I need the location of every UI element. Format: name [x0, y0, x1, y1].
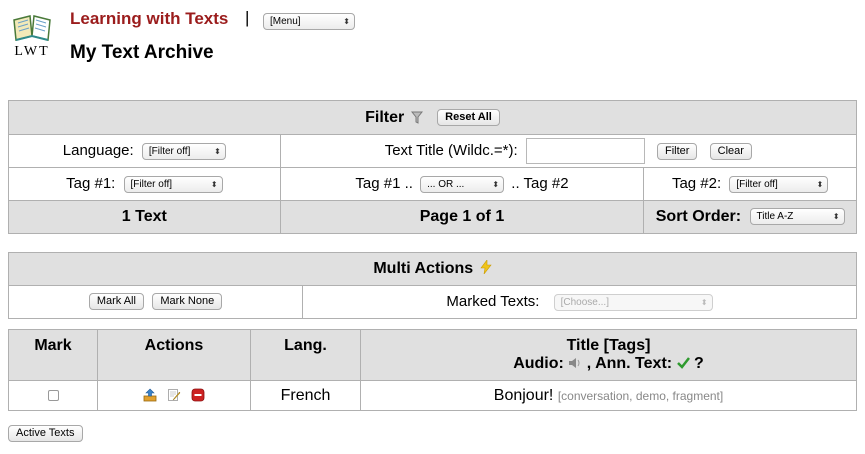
column-header-lang: Lang.	[250, 329, 361, 381]
page-indicator: Page 1 of 1	[279, 200, 645, 234]
select-arrows-icon: ⬍	[700, 297, 708, 307]
tag-operator-value: ... OR ...	[427, 178, 465, 190]
text-title-input[interactable]	[525, 138, 645, 164]
tag1-select[interactable]: [Filter off] ⬍	[123, 175, 223, 193]
edit-icon[interactable]	[167, 388, 181, 402]
filter-button[interactable]: Filter	[657, 142, 698, 160]
sort-order-label: Sort Order:	[655, 208, 742, 225]
text-list-table: Mark Actions Lang. Title [Tags] Audio: ,…	[8, 329, 857, 411]
select-arrows-icon: ⬍	[210, 179, 218, 189]
tag-op-prefix: Tag #1 ..	[355, 175, 413, 193]
reset-all-button[interactable]: Reset All	[437, 108, 500, 126]
text-tags: [conversation, demo, fragment]	[557, 388, 724, 403]
marked-texts-select[interactable]: [Choose...] ⬍	[553, 293, 713, 311]
audio-label: Audio:	[513, 355, 564, 372]
tag2-label: Tag #2:	[671, 175, 722, 193]
logo-text: LWT	[14, 44, 50, 59]
mark-all-button[interactable]: Mark All	[88, 293, 144, 311]
multi-actions-title: Multi Actions	[373, 260, 474, 277]
multi-actions-header: Multi Actions	[8, 252, 857, 286]
tag-op-suffix: .. Tag #2	[511, 175, 569, 193]
text-title-link[interactable]: Bonjour!	[494, 387, 554, 404]
title-header-line2: Audio: , Ann. Text: ?	[362, 355, 855, 373]
text-count: 1 Text	[8, 200, 281, 234]
sort-order-cell: Sort Order: Title A-Z ⬍	[643, 200, 857, 234]
lang-cell: French	[250, 380, 361, 411]
menu-select[interactable]: [Menu] ⬍	[263, 13, 355, 31]
speaker-icon	[569, 358, 580, 368]
active-texts-button[interactable]: Active Texts	[8, 425, 83, 443]
tag2-cell: Tag #2: [Filter off] ⬍	[643, 167, 857, 201]
sort-order-value: Title A-Z	[756, 211, 794, 223]
mark-buttons-cell: Mark All Mark None	[8, 285, 303, 319]
language-select-value: [Filter off]	[148, 145, 191, 157]
check-icon	[676, 357, 690, 369]
lightning-icon	[480, 259, 492, 275]
tag1-select-value: [Filter off]	[130, 178, 173, 190]
tag1-label: Tag #1:	[66, 175, 116, 193]
column-header-title: Title [Tags] Audio: , Ann. Text: ?	[360, 329, 857, 381]
marked-texts-label: Marked Texts:	[446, 293, 540, 311]
help-mark: ?	[694, 355, 704, 372]
tag-operator-select[interactable]: ... OR ... ⬍	[420, 175, 505, 193]
title-filter-cell: Text Title (Wildc.=*): Filter Clear	[279, 134, 858, 168]
ann-text-label: , Ann. Text:	[586, 355, 673, 372]
language-select[interactable]: [Filter off] ⬍	[141, 142, 226, 160]
lwt-logo[interactable]: LWT	[8, 10, 56, 64]
column-header-mark: Mark	[8, 329, 98, 381]
title-separator: |	[245, 8, 250, 27]
column-header-actions: Actions	[97, 329, 251, 381]
actions-cell	[97, 380, 251, 411]
funnel-icon	[410, 111, 423, 124]
delete-icon[interactable]	[191, 388, 205, 402]
text-title-label: Text Title (Wildc.=*):	[384, 141, 518, 159]
menu-select-value: [Menu]	[270, 16, 301, 28]
table-row: French Bonjour! [conversation, demo, fra…	[8, 380, 857, 411]
marked-texts-value: [Choose...]	[560, 296, 609, 308]
page-title: My Text Archive	[70, 42, 214, 63]
book-icon	[13, 15, 51, 41]
sort-order-select[interactable]: Title A-Z ⬍	[749, 208, 845, 226]
marked-texts-cell: Marked Texts: [Choose...] ⬍	[302, 285, 857, 319]
mark-none-button[interactable]: Mark None	[152, 293, 223, 311]
tag2-select-value: [Filter off]	[736, 178, 778, 190]
filter-title: Filter	[365, 108, 405, 126]
select-arrows-icon: ⬍	[214, 146, 221, 156]
select-arrows-icon: ⬍	[832, 212, 840, 222]
mark-cell	[8, 380, 98, 411]
language-filter-cell: Language: [Filter off] ⬍	[8, 134, 281, 168]
tag1-cell: Tag #1: [Filter off] ⬍	[8, 167, 281, 201]
mark-checkbox[interactable]	[47, 389, 59, 401]
select-arrows-icon: ⬍	[816, 179, 824, 189]
title-cell: Bonjour! [conversation, demo, fragment]	[360, 380, 857, 411]
filter-table: Filter Reset All Language: [Filter off] …	[8, 100, 858, 234]
multi-actions-table: Multi Actions Mark All Mark None Marked …	[8, 252, 857, 319]
app-title[interactable]: Learning with Texts	[70, 9, 228, 29]
select-arrows-icon: ⬍	[492, 179, 500, 189]
clear-button[interactable]: Clear	[709, 142, 752, 160]
title-header-line1: Title [Tags]	[566, 337, 651, 354]
tag-operator-cell: Tag #1 .. ... OR ... ⬍ .. Tag #2	[279, 167, 645, 201]
tag2-select[interactable]: [Filter off] ⬍	[729, 175, 829, 193]
filter-header: Filter Reset All	[8, 100, 857, 135]
language-label: Language:	[62, 142, 134, 160]
unarchive-icon[interactable]	[143, 388, 157, 402]
select-arrows-icon: ⬍	[343, 17, 350, 27]
